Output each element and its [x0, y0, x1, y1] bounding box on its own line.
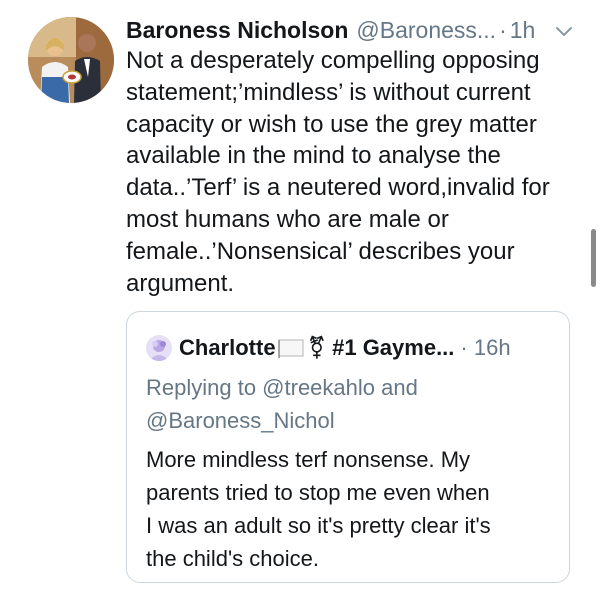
chevron-down-icon[interactable]: [553, 20, 575, 42]
quoted-text-line: the child's choice.: [146, 546, 319, 571]
profile-photo-icon: [28, 17, 114, 103]
profile-photo-icon: [146, 335, 172, 361]
quoted-text-line: More mindless terf nonsense. My: [146, 447, 471, 472]
tweet-text-line: female..’Nonsensical’ describes your: [126, 237, 515, 265]
white-flag-icon: [277, 339, 304, 358]
tweet-header: Baroness Nicholson @Baroness... · 1h: [126, 15, 535, 45]
quoted-author-name-rest[interactable]: ⚧ #1 Gayme...: [308, 335, 455, 361]
tweet-timestamp[interactable]: 1h: [510, 17, 536, 44]
author-handle[interactable]: @Baroness...: [356, 17, 496, 44]
replying-to-line[interactable]: Replying to @treekahlo and: [146, 371, 556, 404]
tweet-text-line: capacity or wish to use the grey matter: [126, 110, 537, 138]
quoted-tweet-body: More mindless terf nonsense. My parents …: [146, 443, 556, 575]
replying-to: Replying to @treekahlo and @Baroness_Nic…: [146, 371, 556, 437]
quoted-text-line: I was an adult so it's pretty clear it's: [146, 513, 491, 538]
quoted-text-line: parents tried to stop me even when: [146, 480, 490, 505]
quoted-author-avatar[interactable]: [146, 335, 172, 361]
replying-to-line[interactable]: @Baroness_Nichol: [146, 404, 556, 437]
quoted-tweet-card[interactable]: Charlotte ⚧ #1 Gayme... · 16h Replying t…: [126, 311, 570, 583]
quoted-time-value: 16h: [473, 335, 511, 360]
tweet-text-line: argument.: [126, 269, 235, 297]
author-name[interactable]: Baroness Nicholson: [126, 17, 348, 44]
scrollbar[interactable]: [591, 229, 596, 287]
tweet-view: Baroness Nicholson @Baroness... · 1h Not…: [0, 0, 600, 591]
quoted-author-name[interactable]: Charlotte: [179, 335, 276, 361]
tweet-text-line: data..’Terf’ is a neutered word,invalid …: [126, 174, 550, 202]
tweet-text-line: statement;’mindless’ is without current: [126, 78, 531, 106]
separator-dot: ·: [460, 335, 468, 360]
author-avatar[interactable]: [28, 17, 114, 103]
quoted-tweet-header: Charlotte ⚧ #1 Gayme... · 16h: [146, 334, 511, 362]
tweet-text-line: most humans who are male or: [126, 205, 449, 233]
tweet-text-line: available in the mind to analyse the: [126, 142, 501, 170]
quoted-tweet-timestamp[interactable]: · 16h: [460, 335, 510, 361]
separator-dot: ·: [499, 16, 507, 43]
tweet-text-line: Not a desperately compelling opposing: [126, 47, 540, 74]
tweet-body: Not a desperately compelling opposing st…: [126, 45, 586, 299]
